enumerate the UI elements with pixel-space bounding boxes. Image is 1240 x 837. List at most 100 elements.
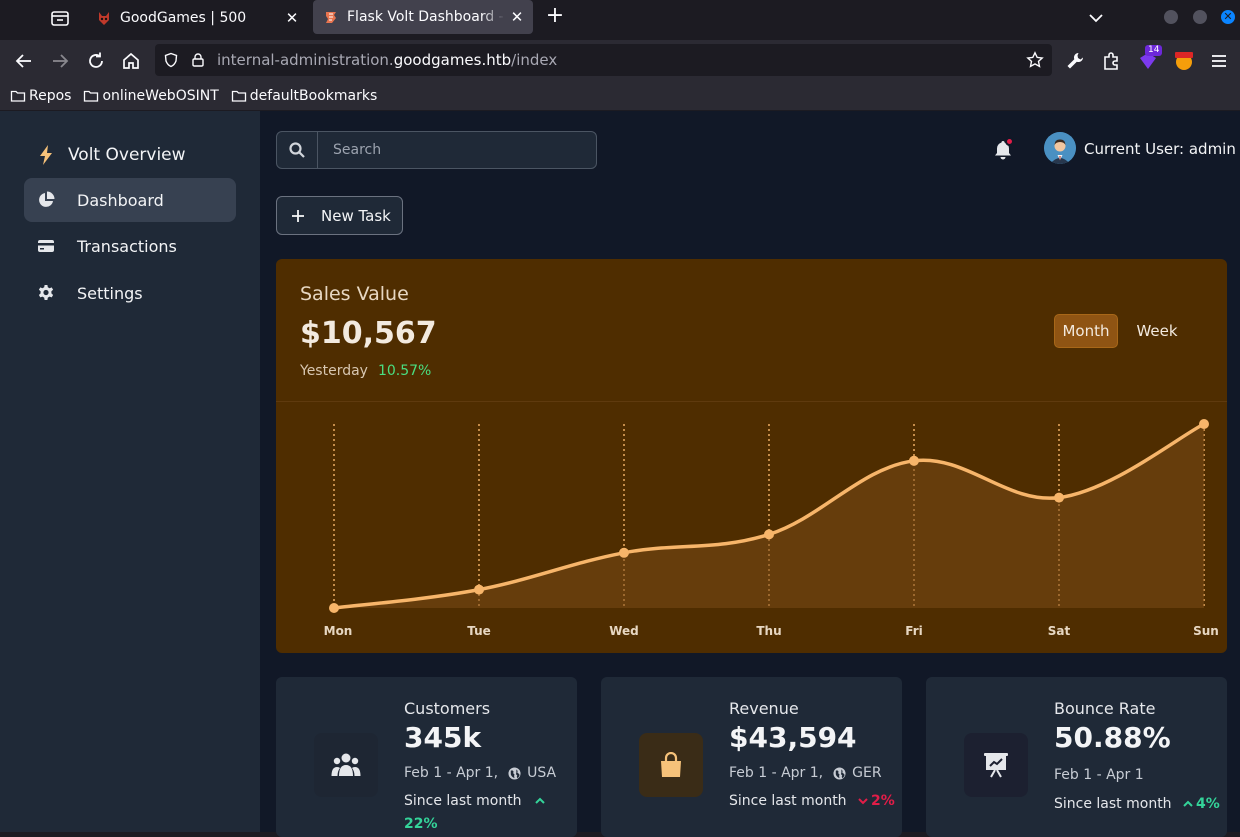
presentation-chart-icon [984, 753, 1008, 778]
notification-dot [1005, 137, 1014, 146]
bounce-icon-box [964, 733, 1028, 797]
folder-icon [10, 90, 26, 102]
tab-volt-dashboard[interactable]: Flask Volt Dashboard - Dashboard ✕ [313, 0, 533, 34]
card-date: Feb 1 - Apr 1, USA [404, 765, 556, 781]
window-minimize-button[interactable] [1164, 10, 1178, 24]
customers-card: Customers 345k Feb 1 - Apr 1, USA Since … [276, 677, 577, 837]
bookmark-folder-onlinewebosint[interactable]: onlineWebOSINT [83, 88, 219, 104]
x-tick-label: Thu [756, 624, 781, 638]
card-date: Feb 1 - Apr 1, GER [729, 765, 882, 781]
sidebar-item-label: Dashboard [77, 190, 164, 210]
pie-chart-icon [39, 191, 55, 207]
month-toggle-button[interactable]: Month [1054, 314, 1118, 348]
extension-badge: 14 [1145, 45, 1163, 56]
week-toggle-button[interactable]: Week [1128, 314, 1186, 348]
bookmark-label: onlineWebOSINT [102, 88, 219, 104]
tab-close-icon[interactable]: ✕ [280, 9, 304, 27]
sales-sub-label: Yesterday [300, 363, 368, 379]
card-region: USA [527, 765, 557, 781]
chevron-up-icon [1183, 800, 1193, 807]
reload-icon[interactable] [85, 50, 107, 72]
card-title: Customers [404, 699, 491, 718]
bookmark-folder-defaultbookmarks[interactable]: defaultBookmarks [231, 88, 377, 104]
bounce-rate-card: Bounce Rate 50.88% Feb 1 - Apr 1 Since l… [926, 677, 1227, 837]
sales-change: 10.57% [377, 363, 432, 379]
sales-value: $10,567 [300, 316, 437, 351]
sidebar-item-transactions[interactable]: Transactions [24, 224, 236, 268]
globe-icon [508, 766, 521, 780]
data-point [764, 529, 774, 540]
sales-value-card: Sales Value $10,567 Yesterday 10.57% Mont… [276, 259, 1227, 653]
url-text[interactable]: internal-administration.goodgames.htb/in… [217, 51, 557, 69]
card-date-range: Feb 1 - Apr 1 [1054, 767, 1144, 783]
forward-icon[interactable] [49, 50, 71, 72]
card-region: GER [852, 765, 882, 781]
burp-extension-icon[interactable] [1173, 50, 1195, 72]
folder-icon [84, 90, 99, 102]
tab-goodgames[interactable]: GoodGames | 500 ✕ [86, 0, 308, 36]
x-tick-label: Mon [324, 624, 353, 638]
search-group [276, 131, 597, 169]
volt-favicon-icon [326, 12, 336, 23]
credit-card-icon [38, 240, 54, 252]
bookmark-label: defaultBookmarks [249, 88, 378, 104]
home-icon[interactable] [120, 50, 142, 72]
tab-close-icon[interactable]: ✕ [505, 8, 529, 26]
back-icon[interactable] [13, 50, 35, 72]
users-icon [331, 753, 361, 776]
search-input[interactable] [319, 132, 595, 168]
card-since: Since last month 22% [404, 790, 564, 836]
card-title: Revenue [729, 699, 799, 718]
sales-line-chart: Mon Tue Wed Thu Fri Sat Sun [324, 419, 1219, 638]
search-icon[interactable] [277, 132, 318, 168]
sales-header: Sales Value $10,567 Yesterday 10.57% Mont… [276, 259, 1227, 402]
sidebar-item-settings[interactable]: Settings [24, 271, 236, 315]
wrench-icon[interactable] [1064, 50, 1086, 72]
chevron-down-icon [858, 798, 868, 805]
brand-link[interactable]: Volt Overview [38, 145, 186, 165]
sidebar-item-label: Settings [77, 283, 143, 303]
bookmark-star-icon[interactable] [1026, 51, 1044, 69]
revenue-icon-box [639, 733, 703, 797]
card-value: $43,594 [729, 721, 857, 754]
x-tick-label: Sat [1048, 624, 1071, 638]
gear-icon [38, 285, 54, 300]
globe-icon [833, 766, 846, 780]
card-title: Bounce Rate [1054, 699, 1156, 718]
new-tab-icon[interactable]: + [543, 5, 567, 29]
data-point [909, 455, 919, 466]
data-point [1054, 492, 1064, 503]
tab-list-icon[interactable] [48, 6, 72, 30]
avatar[interactable] [1044, 132, 1076, 164]
data-point [1199, 419, 1209, 429]
plus-icon [292, 209, 304, 222]
current-user-label[interactable]: Current User: admin [1084, 140, 1236, 158]
bookmarks-toolbar: Repos onlineWebOSINT defaultBookmarks [0, 82, 1240, 110]
sales-subtitle: Yesterday 10.57% [300, 363, 431, 379]
main-content: Current User: admin New Task Sales Value… [260, 111, 1240, 837]
browser-nav-bar: internal-administration.goodgames.htb/in… [0, 40, 1240, 82]
card-since-label: Since last month [404, 793, 522, 809]
address-bar[interactable]: internal-administration.goodgames.htb/in… [155, 44, 1052, 76]
tracking-protection-icon[interactable] [163, 52, 179, 68]
window-close-button[interactable]: ✕ [1221, 10, 1235, 24]
tab-title: Flask Volt Dashboard - Dashboard [347, 9, 505, 25]
hamburger-menu-icon[interactable] [1208, 50, 1230, 72]
card-since: Since last month 2% [729, 790, 899, 813]
card-date-range: Feb 1 - Apr 1, [729, 765, 824, 781]
brand-label: Volt Overview [68, 145, 186, 165]
list-all-tabs-icon[interactable] [1086, 8, 1106, 28]
card-date-range: Feb 1 - Apr 1, [404, 765, 499, 781]
lock-icon[interactable] [190, 52, 206, 68]
card-date: Feb 1 - Apr 1 [1054, 767, 1144, 783]
x-tick-label: Wed [609, 624, 639, 638]
extensions-icon[interactable] [1100, 50, 1122, 72]
bookmark-folder-repos[interactable]: Repos [10, 88, 71, 104]
sidebar-item-dashboard[interactable]: Dashboard [24, 178, 236, 222]
new-task-button[interactable]: New Task [276, 196, 403, 235]
data-point [474, 584, 484, 595]
card-since-label: Since last month [1054, 796, 1172, 812]
window-maximize-button[interactable] [1193, 10, 1207, 24]
shopping-bag-icon [661, 752, 681, 777]
customers-icon-box [314, 733, 378, 797]
